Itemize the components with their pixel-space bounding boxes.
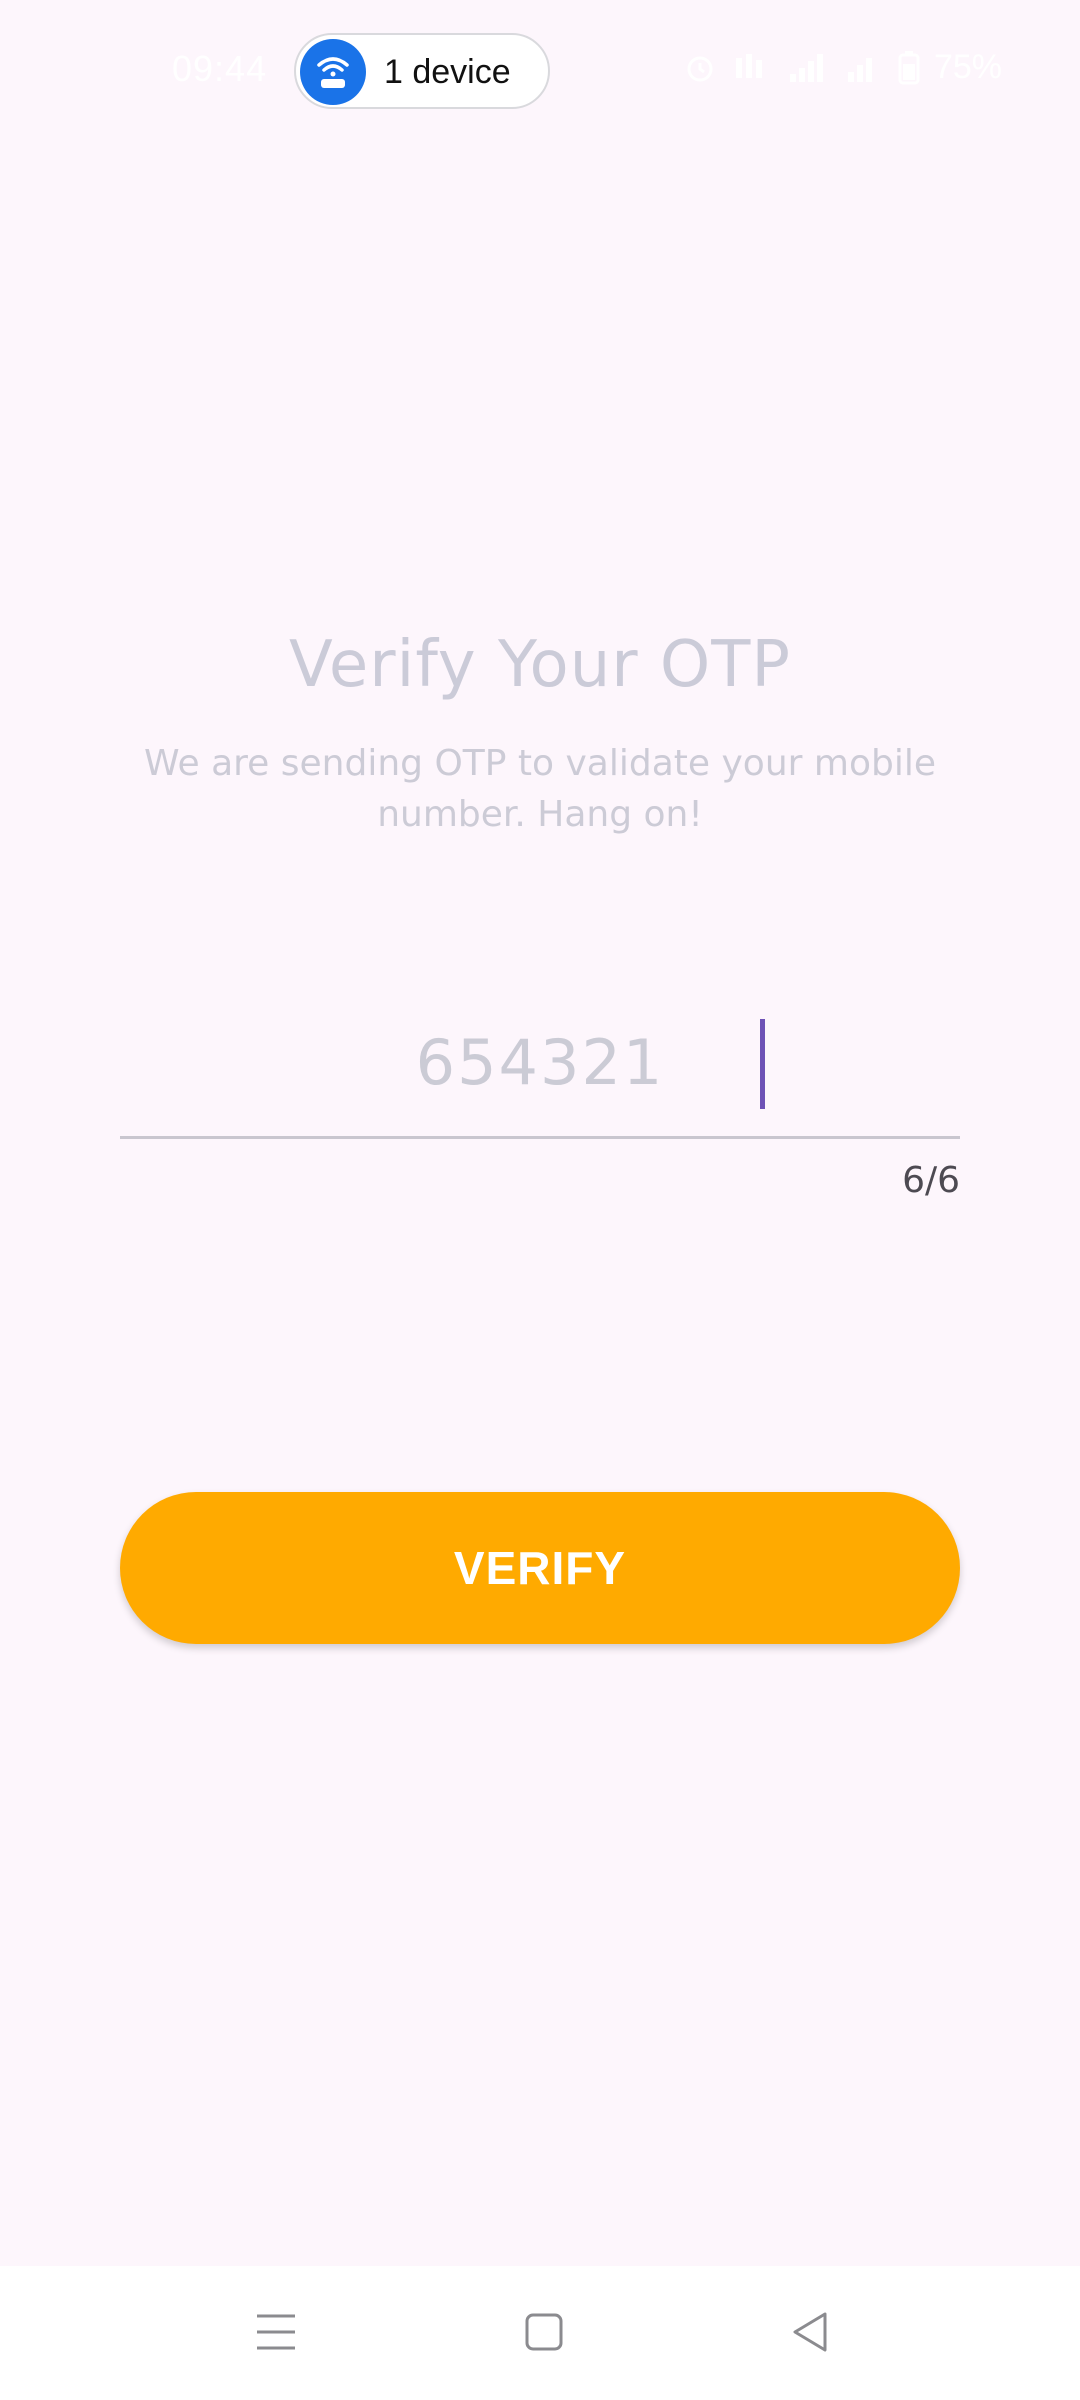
hotspot-label: 1 device [384,53,511,91]
hotspot-indicator[interactable]: 1 device [294,33,550,109]
battery-percent: 75% [933,48,1002,86]
hotspot-router-icon [300,39,366,105]
verify-button[interactable]: VERIFY [120,1492,960,1644]
otp-character-counter: 6/6 [902,1160,960,1201]
triangle-back-icon [790,2310,830,2359]
status-time: 09:44 [172,48,268,89]
text-cursor [760,1019,765,1109]
home-button[interactable] [504,2294,584,2374]
back-button[interactable] [770,2294,850,2374]
page-title: Verify Your OTP [289,628,791,702]
recents-button[interactable] [236,2294,316,2374]
data-speed-icon [732,50,772,86]
alarm-icon [682,50,718,86]
menu-lines-icon [255,2312,297,2357]
page-subtitle: We are sending OTP to validate your mobi… [144,743,936,835]
system-nav-bar [0,2266,1080,2400]
status-bar: 09:44 1 device 75% [0,0,1080,140]
square-icon [524,2312,564,2357]
status-icons: 75% [682,48,1002,87]
battery-icon [898,50,920,86]
otp-value[interactable]: 654321 [120,1026,960,1099]
signal-icon-2 [844,50,884,86]
otp-input[interactable]: 654321 [120,1000,960,1139]
signal-icon [786,50,830,86]
